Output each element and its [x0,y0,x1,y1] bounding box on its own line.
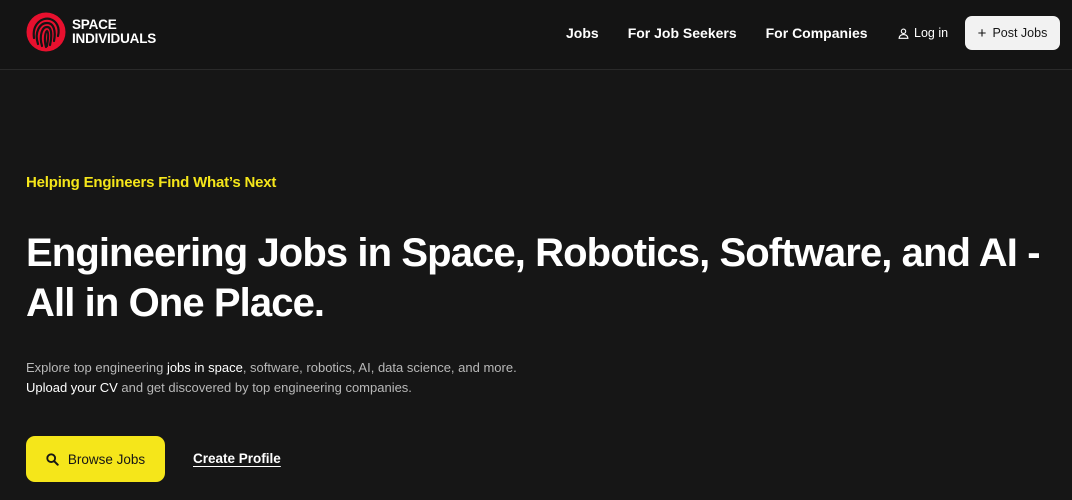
hero-headline: Engineering Jobs in Space, Robotics, Sof… [26,228,1066,328]
brand-logo[interactable]: SPACE INDIVIDUALS [26,12,156,52]
main-nav: Jobs For Job Seekers For Companies [566,24,897,42]
login-label: Log in [914,26,949,40]
browse-jobs-label: Browse Jobs [67,451,146,467]
post-jobs-label: Post Jobs [992,26,1048,40]
brand-name-line1: SPACE [72,17,117,32]
jobs-in-space-link[interactable]: jobs in space [167,360,243,375]
search-icon [46,452,59,466]
brand-name: SPACE INDIVIDUALS [72,18,156,46]
browse-jobs-button[interactable]: Browse Jobs [26,436,165,482]
nav-item-for-job-seekers[interactable]: For Job Seekers [628,24,737,42]
create-profile-link[interactable]: Create Profile [193,451,281,466]
hero-headline-line1: Engineering Jobs in Space, Robotics, Sof… [26,231,1041,275]
hero-headline-line2: All in One Place. [26,281,325,325]
fingerprint-icon [26,12,66,52]
plus-icon: + [977,24,987,42]
nav-item-jobs[interactable]: Jobs [566,24,599,42]
hero-description: Explore top engineering jobs in space, s… [26,358,726,397]
desc-line1-post: , software, robotics, AI, data science, … [242,360,517,375]
desc-line1-pre: Explore top engineering [26,360,167,375]
user-icon [898,28,909,39]
nav-item-for-companies[interactable]: For Companies [766,24,868,42]
hero-eyebrow: Helping Engineers Find What’s Next [26,174,277,191]
desc-line2-post: and get discovered by top engineering co… [117,379,412,395]
post-jobs-button[interactable]: + Post Jobs [965,16,1060,50]
login-link[interactable]: Log in [898,24,948,42]
upload-cv-link[interactable]: Upload your CV [26,380,118,395]
site-header: SPACE INDIVIDUALS Jobs For Job Seekers F… [0,0,1072,70]
brand-name-line2: INDIVIDUALS [72,31,157,46]
